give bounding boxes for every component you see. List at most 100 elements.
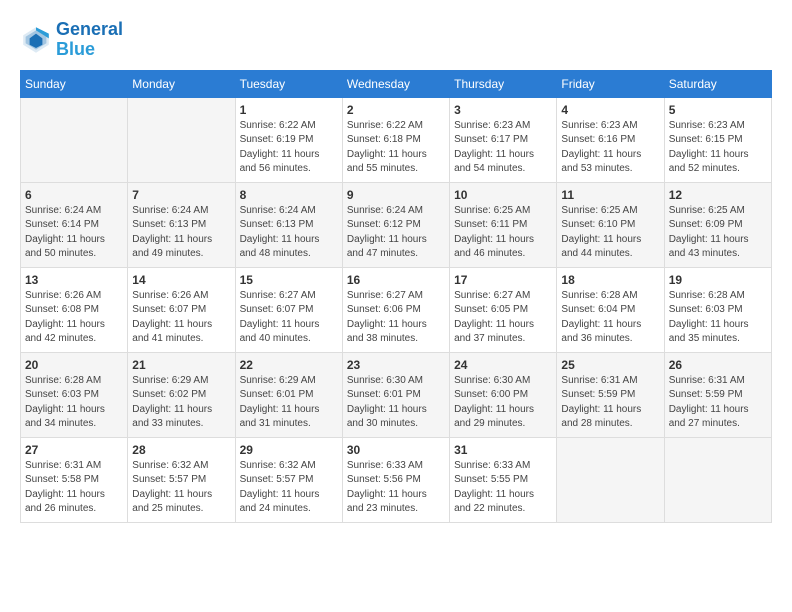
calendar-cell: 17Sunrise: 6:27 AMSunset: 6:05 PMDayligh…: [450, 267, 557, 352]
day-info: Sunrise: 6:28 AMSunset: 6:03 PMDaylight:…: [25, 374, 123, 432]
day-number: 15: [240, 273, 338, 287]
week-row-4: 20 Sunrise: 6:28 AMSunset: 6:03 PMDayligh…: [21, 352, 772, 437]
day-info: Sunrise: 6:27 AMSunset: 6:06 PMDaylight:…: [347, 289, 445, 347]
calendar-cell: 4 Sunrise: 6:23 AMSunset: 6:16 PMDaylight…: [557, 97, 664, 182]
day-number: 31: [454, 443, 552, 457]
calendar-cell: 19 Sunrise: 6:28 AMSunset: 6:03 PMDayligh…: [664, 267, 771, 352]
day-info: Sunrise: 6:22 AMSunset: 6:19 PMDaylight:…: [240, 119, 338, 177]
day-info: Sunrise: 6:22 AMSunset: 6:18 PMDaylight:…: [347, 119, 445, 177]
day-number: 14: [132, 273, 230, 287]
calendar-cell: 11 Sunrise: 6:25 AMSunset: 6:10 PMDayligh…: [557, 182, 664, 267]
day-number: 28: [132, 443, 230, 457]
day-number: 25: [561, 358, 659, 372]
day-number: 13: [25, 273, 123, 287]
weekday-header-saturday: Saturday: [664, 70, 771, 97]
day-number: 21: [132, 358, 230, 372]
calendar-cell: 9Sunrise: 6:24 AMSunset: 6:12 PMDaylight…: [342, 182, 449, 267]
calendar-cell: 25 Sunrise: 6:31 AMSunset: 5:59 PMDayligh…: [557, 352, 664, 437]
calendar-cell: [21, 97, 128, 182]
day-info: Sunrise: 6:27 AMSunset: 6:07 PMDaylight:…: [240, 289, 338, 347]
calendar-cell: 26 Sunrise: 6:31 AMSunset: 5:59 PMDayligh…: [664, 352, 771, 437]
calendar-cell: 28Sunrise: 6:32 AMSunset: 5:57 PMDayligh…: [128, 437, 235, 522]
day-number: 18: [561, 273, 659, 287]
calendar-cell: 20 Sunrise: 6:28 AMSunset: 6:03 PMDayligh…: [21, 352, 128, 437]
calendar-cell: 18 Sunrise: 6:28 AMSunset: 6:04 PMDayligh…: [557, 267, 664, 352]
day-number: 30: [347, 443, 445, 457]
calendar-cell: 27 Sunrise: 6:31 AMSunset: 5:58 PMDayligh…: [21, 437, 128, 522]
calendar-cell: 2 Sunrise: 6:22 AMSunset: 6:18 PMDaylight…: [342, 97, 449, 182]
week-row-5: 27 Sunrise: 6:31 AMSunset: 5:58 PMDayligh…: [21, 437, 772, 522]
day-number: 7: [132, 188, 230, 202]
day-number: 19: [669, 273, 767, 287]
day-number: 4: [561, 103, 659, 117]
day-info: Sunrise: 6:30 AMSunset: 6:00 PMDaylight:…: [454, 374, 552, 432]
day-info: Sunrise: 6:26 AMSunset: 6:07 PMDaylight:…: [132, 289, 230, 347]
calendar-cell: 1 Sunrise: 6:22 AMSunset: 6:19 PMDaylight…: [235, 97, 342, 182]
calendar-cell: 10Sunrise: 6:25 AMSunset: 6:11 PMDayligh…: [450, 182, 557, 267]
weekday-header-tuesday: Tuesday: [235, 70, 342, 97]
weekday-header-sunday: Sunday: [21, 70, 128, 97]
calendar-cell: 12 Sunrise: 6:25 AMSunset: 6:09 PMDayligh…: [664, 182, 771, 267]
day-info: Sunrise: 6:23 AMSunset: 6:17 PMDaylight:…: [454, 119, 552, 177]
day-info: Sunrise: 6:25 AMSunset: 6:10 PMDaylight:…: [561, 204, 659, 262]
week-row-2: 6 Sunrise: 6:24 AMSunset: 6:14 PMDaylight…: [21, 182, 772, 267]
day-info: Sunrise: 6:31 AMSunset: 5:58 PMDaylight:…: [25, 459, 123, 517]
calendar-cell: 22 Sunrise: 6:29 AMSunset: 6:01 PMDayligh…: [235, 352, 342, 437]
weekday-header-row: SundayMondayTuesdayWednesdayThursdayFrid…: [21, 70, 772, 97]
weekday-header-friday: Friday: [557, 70, 664, 97]
day-info: Sunrise: 6:24 AMSunset: 6:13 PMDaylight:…: [240, 204, 338, 262]
logo: General Blue: [20, 20, 123, 60]
day-info: Sunrise: 6:25 AMSunset: 6:11 PMDaylight:…: [454, 204, 552, 262]
calendar-cell: 3 Sunrise: 6:23 AMSunset: 6:17 PMDaylight…: [450, 97, 557, 182]
day-info: Sunrise: 6:25 AMSunset: 6:09 PMDaylight:…: [669, 204, 767, 262]
weekday-header-thursday: Thursday: [450, 70, 557, 97]
day-number: 5: [669, 103, 767, 117]
calendar-cell: [557, 437, 664, 522]
calendar-cell: 13Sunrise: 6:26 AMSunset: 6:08 PMDayligh…: [21, 267, 128, 352]
day-info: Sunrise: 6:28 AMSunset: 6:04 PMDaylight:…: [561, 289, 659, 347]
day-info: Sunrise: 6:24 AMSunset: 6:13 PMDaylight:…: [132, 204, 230, 262]
day-number: 11: [561, 188, 659, 202]
day-number: 20: [25, 358, 123, 372]
calendar-cell: 5 Sunrise: 6:23 AMSunset: 6:15 PMDaylight…: [664, 97, 771, 182]
calendar-cell: [128, 97, 235, 182]
day-info: Sunrise: 6:29 AMSunset: 6:01 PMDaylight:…: [240, 374, 338, 432]
logo-text: General Blue: [56, 20, 123, 60]
day-info: Sunrise: 6:33 AMSunset: 5:56 PMDaylight:…: [347, 459, 445, 517]
week-row-3: 13Sunrise: 6:26 AMSunset: 6:08 PMDayligh…: [21, 267, 772, 352]
day-number: 26: [669, 358, 767, 372]
day-info: Sunrise: 6:23 AMSunset: 6:16 PMDaylight:…: [561, 119, 659, 177]
day-number: 8: [240, 188, 338, 202]
calendar-cell: 21Sunrise: 6:29 AMSunset: 6:02 PMDayligh…: [128, 352, 235, 437]
weekday-header-wednesday: Wednesday: [342, 70, 449, 97]
day-info: Sunrise: 6:23 AMSunset: 6:15 PMDaylight:…: [669, 119, 767, 177]
calendar-cell: [664, 437, 771, 522]
day-number: 2: [347, 103, 445, 117]
day-info: Sunrise: 6:30 AMSunset: 6:01 PMDaylight:…: [347, 374, 445, 432]
day-number: 1: [240, 103, 338, 117]
day-info: Sunrise: 6:28 AMSunset: 6:03 PMDaylight:…: [669, 289, 767, 347]
day-number: 16: [347, 273, 445, 287]
day-info: Sunrise: 6:31 AMSunset: 5:59 PMDaylight:…: [669, 374, 767, 432]
day-info: Sunrise: 6:27 AMSunset: 6:05 PMDaylight:…: [454, 289, 552, 347]
day-info: Sunrise: 6:33 AMSunset: 5:55 PMDaylight:…: [454, 459, 552, 517]
day-number: 22: [240, 358, 338, 372]
calendar-cell: 14 Sunrise: 6:26 AMSunset: 6:07 PMDayligh…: [128, 267, 235, 352]
calendar-cell: 16 Sunrise: 6:27 AMSunset: 6:06 PMDayligh…: [342, 267, 449, 352]
day-info: Sunrise: 6:24 AMSunset: 6:14 PMDaylight:…: [25, 204, 123, 262]
day-number: 29: [240, 443, 338, 457]
day-info: Sunrise: 6:31 AMSunset: 5:59 PMDaylight:…: [561, 374, 659, 432]
calendar-cell: 24Sunrise: 6:30 AMSunset: 6:00 PMDayligh…: [450, 352, 557, 437]
day-number: 6: [25, 188, 123, 202]
calendar-cell: 6 Sunrise: 6:24 AMSunset: 6:14 PMDaylight…: [21, 182, 128, 267]
page-header: General Blue: [20, 20, 772, 60]
logo-icon: [20, 24, 52, 56]
calendar-cell: 23 Sunrise: 6:30 AMSunset: 6:01 PMDayligh…: [342, 352, 449, 437]
day-number: 23: [347, 358, 445, 372]
week-row-1: 1 Sunrise: 6:22 AMSunset: 6:19 PMDaylight…: [21, 97, 772, 182]
day-number: 27: [25, 443, 123, 457]
day-number: 12: [669, 188, 767, 202]
day-info: Sunrise: 6:24 AMSunset: 6:12 PMDaylight:…: [347, 204, 445, 262]
calendar-cell: 8 Sunrise: 6:24 AMSunset: 6:13 PMDaylight…: [235, 182, 342, 267]
day-number: 3: [454, 103, 552, 117]
